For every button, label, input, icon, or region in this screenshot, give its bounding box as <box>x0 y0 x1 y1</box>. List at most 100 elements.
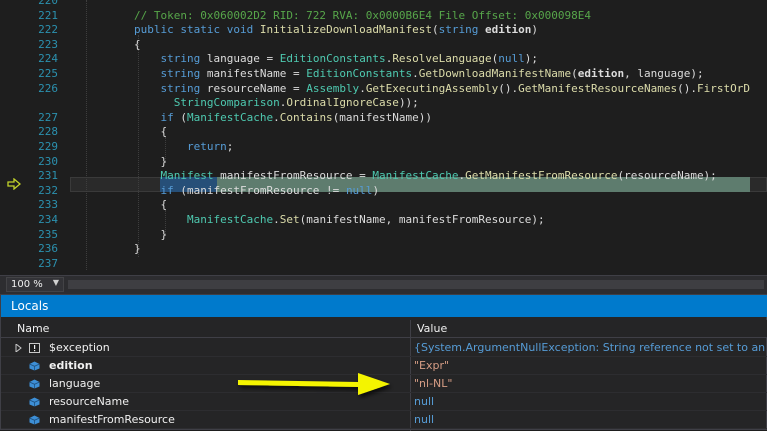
code-token: GetExecutingAssembly <box>365 81 499 95</box>
code-text: string resourceName = Assembly.GetExecut… <box>134 81 750 97</box>
code-line[interactable]: 236} <box>0 242 767 257</box>
local-variable-name: $exception <box>49 341 110 354</box>
code-token: . <box>273 213 280 226</box>
locals-row[interactable]: $exception {System.ArgumentNullException:… <box>1 339 767 357</box>
chevron-down-icon[interactable]: ▼ <box>50 276 62 289</box>
locals-window: Locals Name Value $exception {System.Argu… <box>0 294 767 431</box>
code-text: } <box>134 228 167 243</box>
code-line[interactable]: 221 // Token: 0x060002D2 RID: 722 RVA: 0x… <box>0 9 767 24</box>
code-text: if (ManifestCache.Contains(manifestName)… <box>134 111 432 126</box>
code-text: Manifest manifestFromResource = Manifest… <box>134 169 717 184</box>
code-token: string <box>134 52 207 66</box>
code-line[interactable]: 234 ManifestCache.Set(manifestName, mani… <box>0 213 767 228</box>
code-token: , language); <box>624 67 704 80</box>
code-line[interactable]: 232 if (manifestFromResource != null) <box>0 184 767 199</box>
line-number: 231 <box>38 169 58 183</box>
locals-row[interactable]: manifestFromResource null <box>1 411 767 429</box>
code-text: string language = EditionConstants.Resol… <box>134 52 538 67</box>
local-variable-value[interactable]: "Expr" <box>414 357 449 375</box>
code-line[interactable]: 225 string manifestName = EditionConstan… <box>0 67 767 82</box>
code-line[interactable]: StringComparison.OrdinalIgnoreCase)); <box>0 96 767 111</box>
code-token: ManifestCache <box>372 169 459 183</box>
local-variable-value[interactable]: "nl-NL" <box>414 375 452 393</box>
code-token: manifestFromResource = <box>220 169 373 183</box>
code-token: ( <box>180 110 187 124</box>
code-token: (manifestFromResource != <box>180 183 346 197</box>
code-token: FirstOrD <box>696 81 750 95</box>
code-token: OrdinalIgnoreCase <box>286 96 399 110</box>
code-token: GetManifestFromResource <box>465 169 618 183</box>
line-number: 229 <box>38 140 58 153</box>
code-line[interactable]: 237 <box>0 257 767 272</box>
code-line[interactable]: 233 { <box>0 198 767 213</box>
locals-title: Locals <box>11 299 49 313</box>
local-variable-name: resourceName <box>49 395 130 408</box>
code-token: . <box>412 67 419 80</box>
code-token: if <box>134 110 181 124</box>
code-line[interactable]: 224 string language = EditionConstants.R… <box>0 52 767 67</box>
code-line[interactable]: 227 if (ManifestCache.Contains(manifestN… <box>0 111 767 126</box>
code-line[interactable]: 228 { <box>0 125 767 140</box>
code-token: // Token: 0x060002D2 RID: 722 RVA: 0x000… <box>134 8 591 22</box>
line-number: 234 <box>38 213 58 226</box>
code-token: { <box>134 198 168 212</box>
code-editor[interactable]: 220 221 // Token: 0x060002D2 RID: 722 RVA:… <box>0 0 767 275</box>
code-token: resourceName = <box>206 81 307 95</box>
expand-triangle-icon[interactable] <box>15 344 23 352</box>
code-line[interactable]: 231 Manifest manifestFromResource = Mani… <box>0 169 767 184</box>
code-token: ResolveLanguage <box>392 52 492 66</box>
code-line[interactable]: 223 { <box>0 38 767 53</box>
line-number: 224 <box>38 52 58 66</box>
line-number: 228 <box>38 125 58 139</box>
code-text: { <box>134 38 141 53</box>
code-line[interactable]: 229 return; <box>0 140 767 155</box>
code-token: { <box>134 37 141 51</box>
line-number: 235 <box>38 227 58 241</box>
code-text: ManifestCache.Set(manifestName, manifest… <box>134 213 545 228</box>
line-number: 230 <box>38 154 58 168</box>
code-token: Contains <box>279 110 333 124</box>
line-number: 226 <box>38 81 58 95</box>
line-number: 237 <box>38 256 58 270</box>
code-line[interactable]: 230 } <box>0 155 767 170</box>
line-number: 233 <box>38 198 58 212</box>
code-token: { <box>134 125 168 139</box>
variable-icon <box>29 379 40 389</box>
code-token: InitializeDownloadManifest <box>259 23 433 37</box>
code-text: } <box>134 155 167 170</box>
code-token: )); <box>398 96 419 110</box>
local-variable-value[interactable]: {System.ArgumentNullException: String re… <box>414 339 767 357</box>
code-text: public static void InitializeDownloadMan… <box>134 23 538 38</box>
code-text: } <box>134 242 141 257</box>
code-token: (resourceName); <box>617 169 717 183</box>
locals-title-bar[interactable]: Locals <box>1 295 767 317</box>
code-line[interactable]: 222 public static void InitializeDownload… <box>0 23 767 38</box>
local-variable-value[interactable]: null <box>414 411 434 429</box>
code-token: return <box>134 140 227 153</box>
column-header-name[interactable]: Name <box>17 320 49 337</box>
code-text: return; <box>134 140 233 155</box>
code-token: null <box>345 183 373 197</box>
code-token: Assembly <box>306 81 360 95</box>
code-token: } <box>134 227 168 241</box>
column-header-value[interactable]: Value <box>417 320 447 337</box>
code-token: (manifestName)) <box>332 110 433 124</box>
local-variable-value[interactable]: null <box>414 393 434 411</box>
variable-icon <box>29 361 40 371</box>
code-token: } <box>134 242 141 256</box>
code-token: string <box>134 67 207 80</box>
code-token: } <box>134 154 168 168</box>
code-token: . <box>273 110 280 124</box>
code-token: Manifest <box>134 169 221 183</box>
code-token: GetManifestResourceNames <box>518 81 678 95</box>
annotation-arrow-icon <box>238 373 390 395</box>
local-variable-name: edition <box>49 359 93 372</box>
code-line[interactable]: 235 } <box>0 228 767 243</box>
code-token: . <box>359 81 366 95</box>
code-line[interactable]: 220 <box>0 0 767 9</box>
code-line[interactable]: 226 string resourceName = Assembly.GetEx… <box>0 82 767 97</box>
code-token: GetDownloadManifestName <box>418 67 572 80</box>
code-token: ; <box>226 140 234 153</box>
horizontal-scrollbar[interactable] <box>68 280 764 289</box>
